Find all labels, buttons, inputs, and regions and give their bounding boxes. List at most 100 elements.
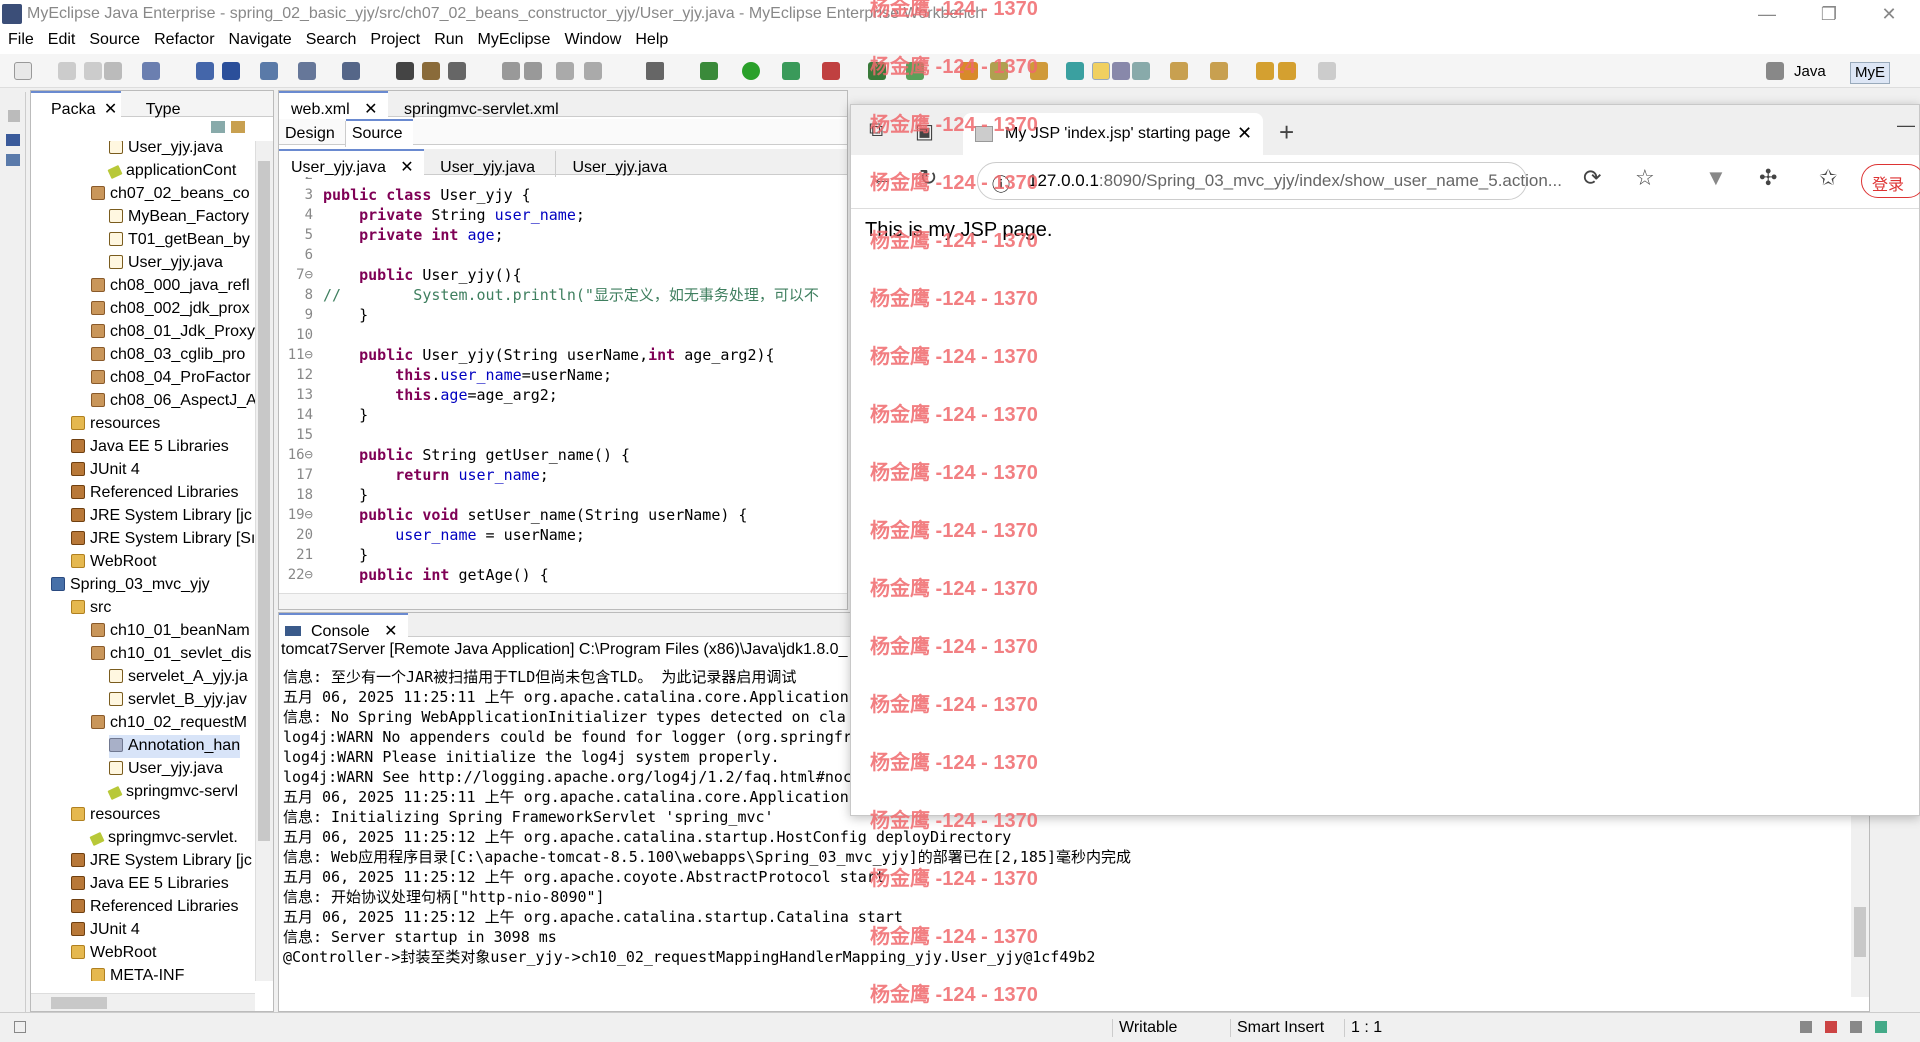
code-line[interactable]: } [323,545,368,565]
tree-item[interactable]: servlet_B_yjy.jav [109,689,247,712]
menu-file[interactable]: File [0,28,40,49]
browser-tab-active[interactable]: My JSP 'index.jsp' starting page ✕ [963,113,1263,157]
tree-item[interactable]: WebRoot [71,942,156,965]
explorer-scrollbar[interactable] [255,141,273,981]
code-line[interactable]: } [323,305,368,325]
report-icon[interactable] [448,62,466,80]
menu-help[interactable]: Help [627,28,674,49]
menu-window[interactable]: Window [556,28,627,49]
last-edit-icon[interactable] [1256,62,1274,80]
perspective-myeclipse[interactable]: MyE [1850,62,1890,84]
perspective-java[interactable]: Java [1790,62,1830,84]
code-editor[interactable]: 2 3 public class User_yjy {4 private Strin… [279,177,849,583]
tab-type-hierarchy[interactable]: Type [126,93,189,119]
servers-view-icon[interactable] [6,134,20,146]
restore-view-icon[interactable] [8,110,20,122]
tree-item[interactable]: JUnit 4 [71,919,140,942]
tree-item[interactable]: ch08_03_cglib_pro [91,344,245,367]
new-class-icon[interactable] [868,62,886,80]
tree-item[interactable]: Java EE 5 Libraries [71,436,229,459]
highlight-icon[interactable] [1092,62,1110,80]
menu-refactor[interactable]: Refactor [146,28,220,49]
external-tools-icon[interactable] [822,62,840,80]
tree-item[interactable]: ch08_01_Jdk_Proxy [91,321,255,344]
explorer-hscrollbar[interactable] [31,993,255,1011]
tree-item[interactable]: User_yjy.java [109,141,223,160]
vpn-icon[interactable]: ▼ [1705,165,1727,191]
new-wizard-icon[interactable] [142,62,160,80]
tab-source[interactable]: Source [345,119,413,145]
tree-item[interactable]: T01_getBean_by [109,229,250,252]
code-line[interactable]: private String user_name; [323,205,585,225]
tree-item[interactable]: JUnit 4 [71,459,140,482]
tab-package-explorer[interactable]: Packa ✕ [31,91,122,119]
close-button[interactable]: ✕ [1858,0,1920,28]
tab-user-yjy-java-2[interactable]: User_yjy.java [428,151,556,177]
favorite-star-icon[interactable]: ☆ [1635,165,1655,191]
code-line[interactable]: private int age; [323,225,504,245]
tab-web-xml[interactable]: web.xml ✕ [279,91,388,118]
new-icon[interactable] [14,62,32,80]
scrollbar-thumb[interactable] [258,161,270,841]
tree-item[interactable]: WebRoot [71,551,156,574]
globe-icon[interactable] [584,62,602,80]
code-line[interactable]: public String getUser_name() { [323,445,630,465]
tree-item[interactable]: MyBean_Factory [109,206,249,229]
code-line[interactable]: } [323,405,368,425]
prev-annotation-icon[interactable] [1210,62,1228,80]
deploy-icon[interactable] [260,62,278,80]
run-icon[interactable] [742,62,760,80]
new-tab-icon[interactable]: + [1279,117,1294,148]
tree-item[interactable]: src [71,597,111,620]
code-line[interactable]: public User_yjy(String userName,int age_… [323,345,774,365]
tree-item[interactable]: JRE System Library [Sı [71,528,255,551]
editor-hscrollbar[interactable] [279,593,847,609]
tab-user-yjy-java-3[interactable]: User_yjy.java [560,151,687,177]
tree-item[interactable]: ch10_01_beanNam [91,620,250,643]
tree-item[interactable]: JRE System Library [jc [71,505,252,528]
tree-item[interactable]: springmvc-servlet. [89,827,238,850]
code-line[interactable]: } [323,485,368,505]
menu-source[interactable]: Source [81,28,146,49]
favorites-icon[interactable]: ✩ [1819,165,1837,191]
tree-item[interactable]: Spring_03_mvc_yjy [51,574,210,597]
tree-item[interactable]: ch10_01_sevlet_dis [91,643,251,666]
status-tray-icons[interactable] [1800,1021,1900,1033]
debug-icon[interactable] [700,62,718,80]
menu-navigate[interactable]: Navigate [221,28,298,49]
tree-item[interactable]: ch08_002_jdk_prox [91,298,250,321]
tree-item[interactable]: ch07_02_beans_co [91,183,250,206]
code-line[interactable]: public User_yjy(){ [323,265,522,285]
tree-item[interactable]: applicationCont [107,160,236,183]
code-line[interactable]: return user_name; [323,465,549,485]
task-icon[interactable] [1030,62,1048,80]
url-field[interactable]: ⓘ 127.0.0.1:8090/Spring_03_mvc_yjy/index… [977,162,1562,200]
menu-project[interactable]: Project [362,28,426,49]
code-line[interactable]: // System.out.println("显示定义，如无事务处理，可以不 [323,285,819,305]
toggle-icon[interactable] [396,62,414,80]
tree-item[interactable]: Annotation_han [109,735,241,758]
open-perspective-icon[interactable] [1766,62,1784,80]
outline-view-icon[interactable] [6,154,20,166]
tab-design[interactable]: Design [279,121,346,147]
browser-icon[interactable] [342,62,360,80]
code-line[interactable]: public int getAge() { [323,565,549,583]
tree-item[interactable]: Java EE 5 Libraries [71,873,229,896]
tree-item[interactable]: resources [71,804,160,827]
screen-icon[interactable] [646,62,664,80]
menu-run[interactable]: Run [426,28,469,49]
menu-myeclipse[interactable]: MyEclipse [470,28,557,49]
next-annotation-icon[interactable] [1170,62,1188,80]
block-selection-icon[interactable] [1112,62,1130,80]
translate-icon[interactable]: ⟳ [1583,165,1601,191]
back-icon[interactable] [1278,62,1296,80]
minimize-button[interactable]: — [1736,0,1798,28]
save-icon[interactable] [58,62,76,80]
open-type-icon[interactable] [196,62,214,80]
code-line[interactable]: this.user_name=userName; [323,365,612,385]
menu-search[interactable]: Search [298,28,363,49]
tree-item[interactable]: JRE System Library [jc [71,850,252,873]
browser-minimize-icon[interactable]: — [1897,115,1915,136]
code-line[interactable]: user_name = userName; [323,525,585,545]
tree-item[interactable]: Referenced Libraries [71,896,239,919]
